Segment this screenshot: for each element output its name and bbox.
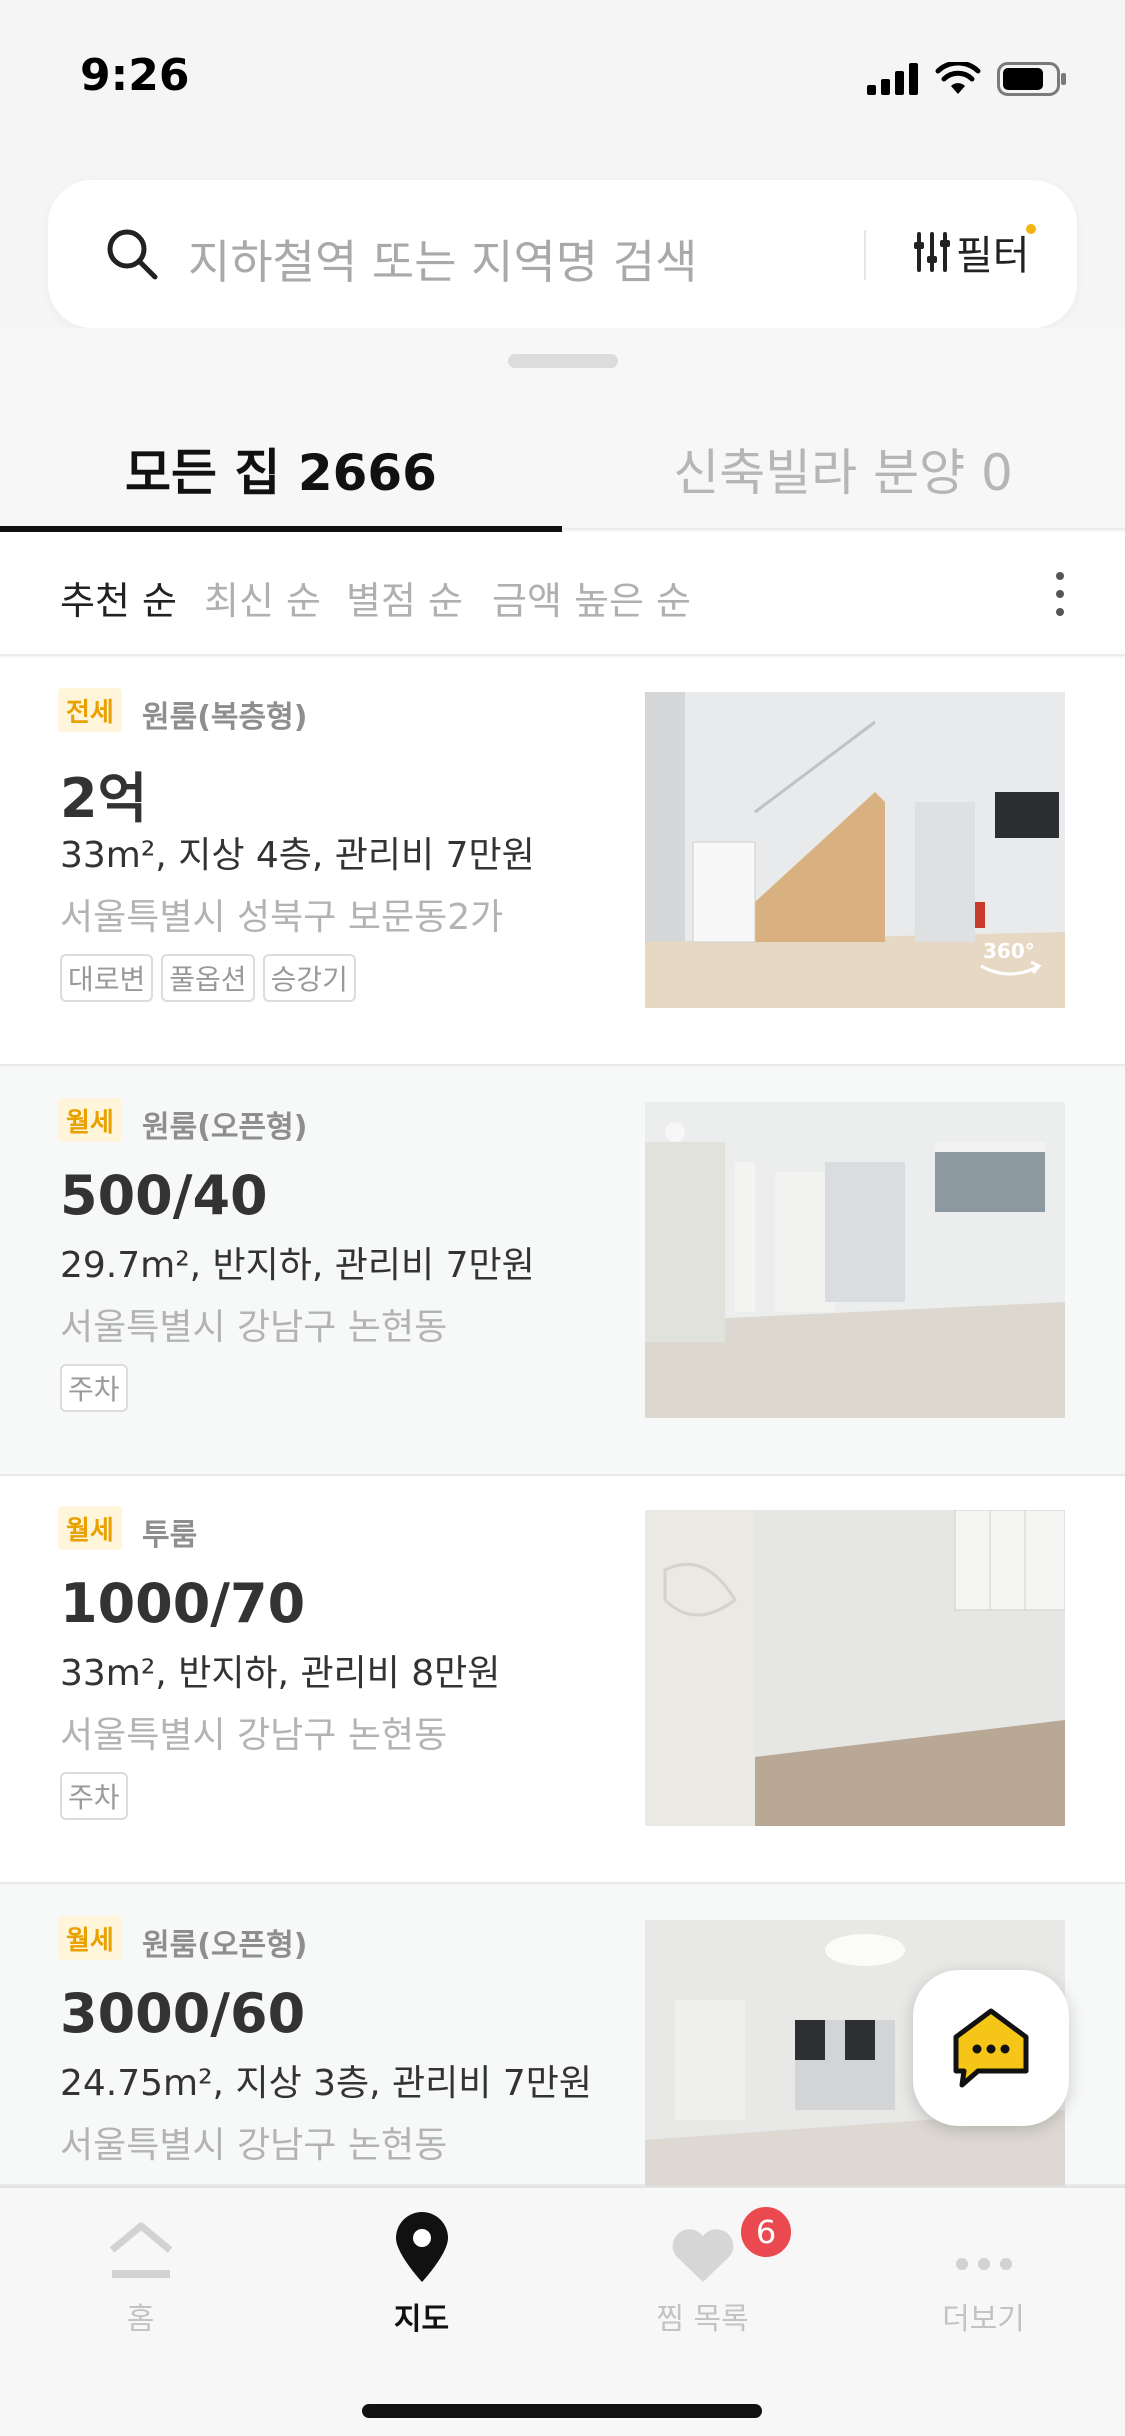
status-icons	[867, 62, 1067, 96]
more-options-icon[interactable]	[1055, 572, 1065, 616]
search-icon	[107, 229, 158, 280]
nav-more[interactable]: 더보기	[843, 2188, 1124, 2338]
listing-price: 3000/60	[60, 1982, 306, 2045]
tab-new-villa[interactable]: 신축빌라 분양 0	[562, 408, 1124, 530]
listing-address: 서울특별시 강남구 논현동	[60, 1307, 448, 1348]
room-type: 원룸(오픈형)	[142, 1928, 308, 1963]
listing-item[interactable]: 월세 투룸 1000/70 33m², 반지하, 관리비 8만원 서울특별시 강…	[0, 1476, 1125, 1884]
favorites-count-badge: 6	[738, 2204, 794, 2260]
home-indicator	[362, 2404, 762, 2418]
map-pin-icon	[395, 2212, 448, 2282]
svg-text:360°: 360°	[983, 939, 1035, 963]
listing-price: 500/40	[60, 1164, 268, 1227]
nav-map-label: 지도	[393, 2302, 450, 2337]
room-type: 투룸	[142, 1518, 198, 1553]
listing-tags: 대로변 풀옵션 승강기	[60, 954, 356, 1002]
search-input[interactable]: 지하철역 또는 지역명 검색	[188, 226, 697, 292]
sort-bar: 추천 순 최신 순 별점 순 금액 높은 순	[0, 532, 1125, 656]
listing-photo[interactable]	[645, 1510, 1065, 1826]
sheet-grabber[interactable]	[508, 354, 618, 368]
room-type: 원룸(오픈형)	[142, 1110, 308, 1145]
search-divider	[864, 230, 866, 280]
filter-label: 필터	[956, 233, 1030, 279]
more-icon	[955, 2258, 1012, 2270]
sort-rating[interactable]: 별점 순	[346, 570, 463, 625]
heart-icon	[672, 2229, 733, 2282]
sort-newest[interactable]: 최신 순	[204, 570, 321, 625]
listing-details: 29.7m², 반지하, 관리비 7만원	[60, 1245, 535, 1286]
home-icon	[109, 2222, 172, 2278]
battery-icon	[997, 62, 1066, 96]
listing-item[interactable]: 월세 원룸(오픈형) 500/40 29.7m², 반지하, 관리비 7만원 서…	[0, 1068, 1125, 1476]
listing-item[interactable]: 전세 원룸(복층형) 2억 33m², 지상 4층, 관리비 7만원 서울특별시…	[0, 658, 1125, 1066]
filter-button[interactable]: 필터	[914, 222, 1036, 282]
listing-price: 1000/70	[60, 1572, 306, 1635]
listing-price: 2억	[60, 767, 148, 830]
nav-more-label: 더보기	[942, 2302, 1025, 2337]
tab-all-homes[interactable]: 모든 집 2666	[0, 408, 562, 532]
filter-icon	[914, 232, 950, 272]
room-type: 원룸(복층형)	[142, 700, 308, 735]
sort-recommended[interactable]: 추천 순	[60, 570, 177, 625]
listing-tag: 풀옵션	[161, 954, 255, 1002]
listing-details: 33m², 반지하, 관리비 8만원	[60, 1653, 501, 1694]
deal-type-badge: 월세	[58, 1506, 122, 1550]
wifi-icon	[935, 62, 981, 94]
deal-type-badge: 월세	[58, 1098, 122, 1142]
nav-home[interactable]: 홈	[0, 2188, 281, 2338]
chat-house-icon	[953, 2008, 1029, 2088]
bottom-nav: 홈 지도 찜 목록 6 더보기	[0, 2186, 1125, 2436]
listing-details: 24.75m², 지상 3층, 관리비 7만원	[60, 2063, 592, 2104]
listing-photo[interactable]	[645, 1102, 1065, 1418]
listing-details: 33m², 지상 4층, 관리비 7만원	[60, 835, 535, 876]
nav-favorites-label: 찜 목록	[656, 2302, 749, 2337]
listing-tag: 주차	[60, 1364, 128, 1412]
listing-address: 서울특별시 성북구 보문동2가	[60, 897, 504, 938]
360-view-icon: 360°	[980, 939, 1042, 976]
nav-favorites[interactable]: 찜 목록 6	[562, 2188, 843, 2338]
listing-photo[interactable]: 360°	[645, 692, 1065, 1008]
status-bar: 9:26	[0, 0, 1125, 170]
filter-active-dot	[1025, 224, 1036, 234]
listing-tag: 주차	[60, 1772, 128, 1820]
listing-tag: 승강기	[262, 954, 356, 1002]
nav-map[interactable]: 지도	[281, 2188, 562, 2338]
status-time: 9:26	[80, 50, 190, 101]
deal-type-badge: 월세	[58, 1916, 122, 1960]
listing-address: 서울특별시 강남구 논현동	[60, 1715, 448, 1756]
deal-type-badge: 전세	[58, 688, 122, 732]
chat-button[interactable]	[913, 1970, 1069, 2126]
listing-address: 서울특별시 강남구 논현동	[60, 2125, 448, 2166]
listing-sheet: 모든 집 2666 신축빌라 분양 0 추천 순 최신 순 별점 순 금액 높은…	[0, 328, 1125, 2186]
search-bar[interactable]: 지하철역 또는 지역명 검색 필터	[48, 180, 1077, 328]
listing-tags: 주차	[60, 1364, 128, 1412]
nav-home-label: 홈	[126, 2302, 155, 2337]
listing-tags: 주차	[60, 1772, 128, 1820]
sort-price-high[interactable]: 금액 높은 순	[492, 570, 691, 625]
listing-tag: 대로변	[60, 954, 154, 1002]
signal-icon	[867, 63, 918, 95]
listing-tabs: 모든 집 2666 신축빌라 분양 0	[0, 408, 1125, 532]
